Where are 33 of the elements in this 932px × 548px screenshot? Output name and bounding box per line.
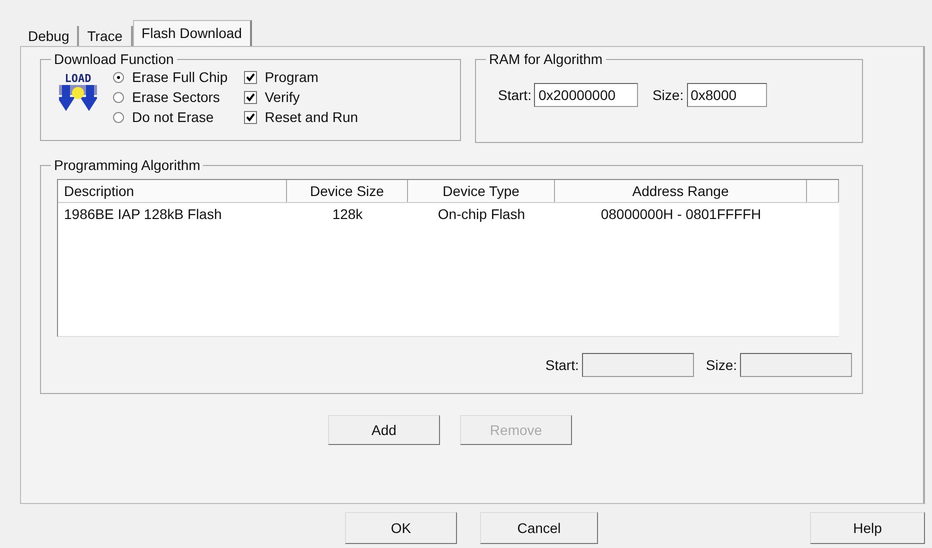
field-label: Start: (545, 357, 579, 373)
load-label: LOAD (64, 73, 92, 85)
column-header[interactable]: Device Type (408, 180, 555, 202)
table-cell-text: 1986BE IAP 128kB Flash (63, 205, 223, 224)
field-label: Size: (706, 357, 737, 373)
dialog-button[interactable]: Cancel (480, 512, 598, 544)
checkmark-icon (244, 112, 256, 122)
checkbox-option[interactable]: Verify (244, 87, 358, 107)
dialog-button[interactable]: Help (810, 512, 925, 544)
input-field[interactable]: 0x8000 (686, 83, 767, 107)
table-cell-text: 08000000H - 0801FFFFH (600, 205, 762, 224)
push-button[interactable]: Add (328, 415, 440, 445)
tab[interactable]: Flash Download (132, 20, 252, 46)
checkmark-icon (244, 72, 256, 82)
checkbox-option[interactable]: Reset and Run (244, 107, 358, 127)
group-title: Programming Algorithm (53, 157, 202, 173)
checkbox-option[interactable]: Program (244, 67, 358, 87)
input-field[interactable]: 0x20000000 (534, 83, 638, 107)
download-arrows-icon (59, 85, 97, 113)
field-label: Start: (498, 87, 532, 103)
radio-option[interactable]: Erase Full Chip (113, 67, 228, 87)
table-cell-text: 128k (331, 205, 364, 224)
radio-option[interactable]: Erase Sectors (113, 87, 228, 107)
group-title: Download Function (53, 51, 175, 67)
column-header[interactable]: Device Size (287, 180, 408, 202)
table-cell-text: On-chip Flash (436, 205, 526, 224)
checkmark-icon (244, 92, 256, 102)
column-header[interactable]: Address Range (555, 180, 807, 202)
dialog-button[interactable]: OK (345, 512, 457, 544)
column-header[interactable]: Description (58, 180, 287, 202)
radio-option[interactable]: Do not Erase (113, 107, 228, 127)
field-label: Size: (652, 87, 684, 103)
group-title: RAM for Algorithm (488, 51, 604, 67)
